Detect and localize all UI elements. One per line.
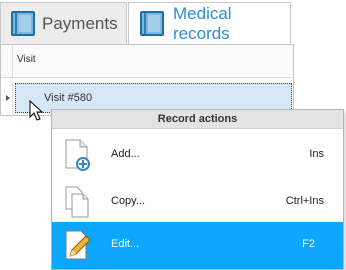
- mouse-cursor-icon: [29, 99, 44, 127]
- edit-pencil-icon: [64, 228, 92, 262]
- visit-cell-text: Visit #580: [44, 92, 93, 104]
- copy-documents-icon: [64, 185, 92, 219]
- tab-payments[interactable]: Payments: [0, 2, 127, 44]
- context-menu: Record actions Add... Ins Copy... Ctrl+I…: [51, 109, 344, 270]
- menu-item-copy[interactable]: Copy... Ctrl+Ins: [52, 179, 343, 226]
- column-header-visit[interactable]: Visit: [17, 54, 36, 65]
- records-grid: Visit Visit #580: [0, 44, 294, 116]
- grid-header: Visit: [1, 45, 293, 78]
- tab-label: Payments: [42, 13, 118, 33]
- row-indicator: [1, 83, 13, 115]
- tab-bar: Payments Medical records: [0, 0, 346, 44]
- menu-item-label: Add...: [111, 148, 140, 160]
- current-row-arrow-icon: [6, 95, 10, 101]
- menu-item-add[interactable]: Add... Ins: [52, 132, 343, 179]
- book-icon: [139, 10, 165, 37]
- menu-item-shortcut: Ins: [309, 148, 324, 160]
- menu-item-edit[interactable]: Edit... F2: [52, 222, 343, 269]
- row-indicator-header: [1, 45, 13, 78]
- context-menu-title: Record actions: [52, 110, 343, 129]
- menu-item-shortcut: F2: [302, 238, 315, 250]
- menu-item-label: Copy...: [111, 195, 146, 207]
- menu-item-label: Edit...: [111, 238, 140, 250]
- book-icon: [10, 10, 36, 37]
- add-document-icon: [64, 138, 92, 172]
- menu-item-shortcut: Ctrl+Ins: [285, 195, 324, 207]
- tab-label: Medical records: [173, 3, 232, 43]
- tab-medical-records[interactable]: Medical records: [128, 2, 291, 44]
